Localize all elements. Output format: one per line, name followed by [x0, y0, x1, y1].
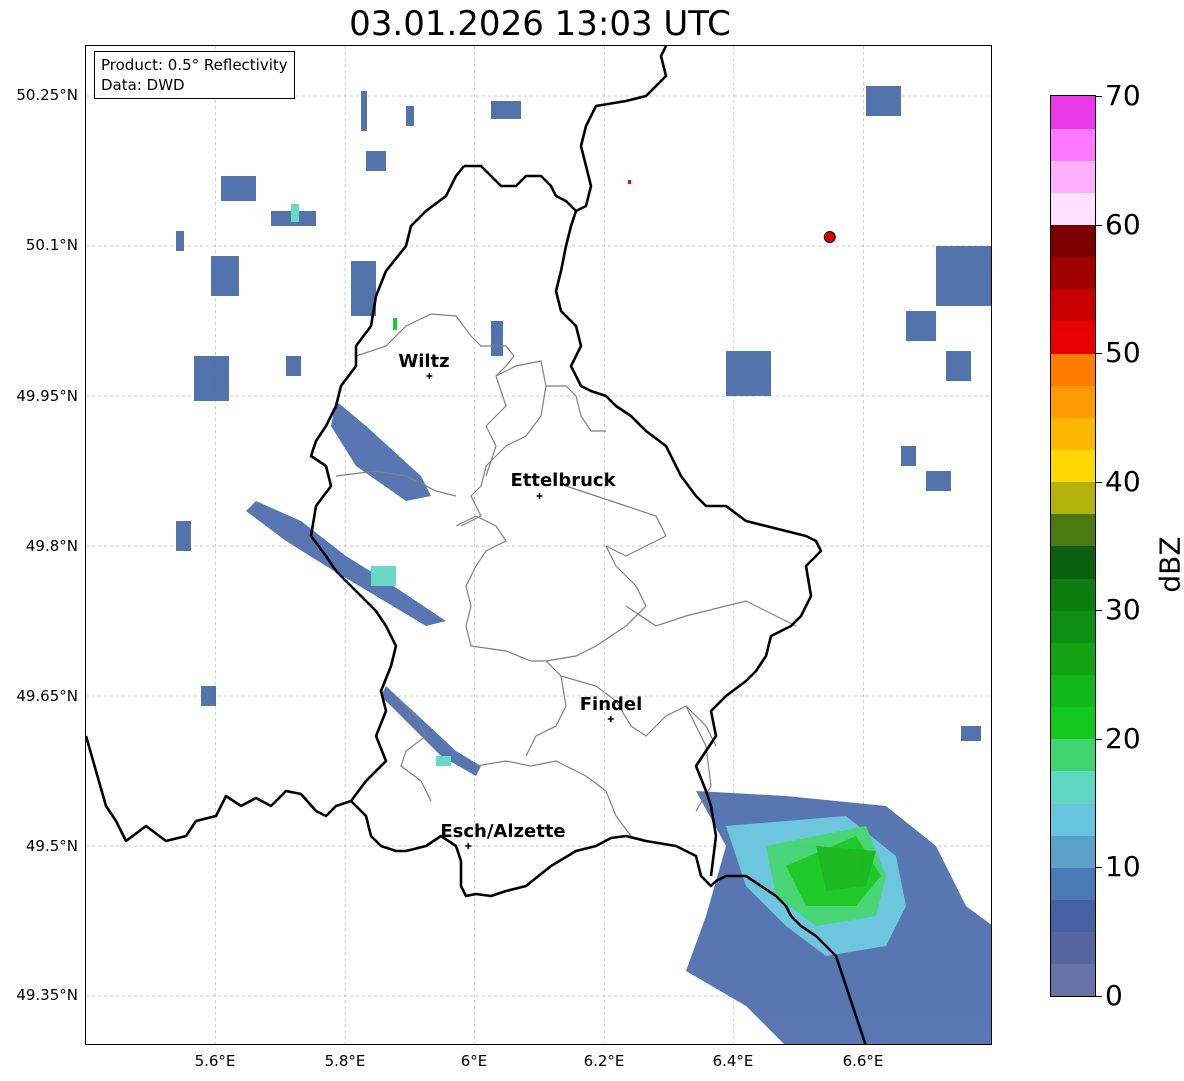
lat-label: 49.65°N: [16, 687, 78, 705]
info-legend: Product: 0.5° Reflectivity Data: DWD: [94, 51, 295, 99]
radar-echoes: [176, 86, 991, 1044]
city-markers: [426, 373, 614, 849]
colorbar-segment: [1051, 385, 1095, 418]
lon-label: 5.6°E: [194, 1052, 236, 1070]
colorbar-tick: [1096, 610, 1102, 612]
lat-label: 50.25°N: [16, 86, 78, 104]
colorbar-tick: [1096, 353, 1102, 355]
product-text: Product: 0.5° Reflectivity: [101, 56, 288, 74]
colorbar-tick: [1096, 481, 1102, 483]
colorbar-segment: [1051, 738, 1095, 772]
map-title: 03.01.2026 13:03 UTC: [349, 4, 731, 44]
colorbar-tick-label: 60: [1105, 207, 1141, 241]
city-marker: [465, 843, 472, 849]
city-label-findel: Findel: [579, 694, 643, 715]
colorbar-segment: [1051, 160, 1095, 193]
colorbar-unit-label: dBZ: [1153, 536, 1184, 593]
colorbar-tick: [1096, 867, 1102, 869]
colorbar-segment: [1051, 642, 1095, 676]
city-label-esch: Esch/Alzette: [440, 821, 566, 842]
lon-label: 6.2°E: [583, 1052, 625, 1070]
city-marker: [426, 373, 433, 379]
colorbar-segment: [1051, 899, 1095, 933]
colorbar-segment: [1051, 546, 1095, 579]
colorbar-tick: [1096, 96, 1102, 97]
colorbar-segment: [1051, 353, 1095, 386]
colorbar-tick-label: 10: [1105, 850, 1141, 884]
colorbar-tick-label: 20: [1105, 721, 1141, 755]
colorbar-segment: [1051, 931, 1095, 965]
colorbar-segment: [1051, 803, 1095, 836]
radar-map[interactable]: [85, 45, 992, 1045]
colorbar-tick-label: 0: [1105, 979, 1123, 1012]
colorbar-segment: [1051, 963, 1095, 997]
colorbar-segment: [1051, 867, 1095, 901]
lon-label: 5.8°E: [324, 1052, 366, 1070]
colorbar-segment: [1051, 674, 1095, 708]
colorbar-segment: [1051, 835, 1095, 868]
colorbar-segment: [1051, 578, 1095, 611]
colorbar-segment: [1051, 96, 1095, 129]
colorbar-segment: [1051, 771, 1095, 804]
colorbar-tick-label: 40: [1105, 464, 1141, 498]
colorbar-segment: [1051, 481, 1095, 515]
lat-label: 49.35°N: [16, 986, 78, 1004]
colorbar: [1050, 95, 1096, 997]
city-label-wiltz: Wiltz: [398, 351, 450, 372]
city-label-ettelbruck: Ettelbruck: [510, 470, 616, 491]
colorbar-tick: [1096, 224, 1102, 226]
city-marker: [536, 493, 543, 499]
colorbar-segment: [1051, 417, 1095, 451]
colorbar-tick-label: 50: [1105, 336, 1141, 370]
colorbar-tick-label: 30: [1105, 593, 1141, 627]
map-canvas: [86, 46, 991, 1044]
radar-site-marker: [823, 231, 836, 243]
colorbar-segment: [1051, 610, 1095, 643]
colorbar-segment: [1051, 192, 1095, 226]
lat-label: 50.1°N: [25, 236, 78, 254]
source-text: Data: DWD: [101, 76, 185, 94]
colorbar-tick: [1096, 738, 1102, 740]
colorbar-segment: [1051, 321, 1095, 354]
lon-label: 6.6°E: [842, 1052, 884, 1070]
colorbar-tick-label: 70: [1105, 79, 1141, 112]
lat-label: 49.5°N: [25, 837, 78, 855]
colorbar-segment: [1051, 224, 1095, 258]
colorbar-tick: [1096, 996, 1102, 997]
colorbar-segment: [1051, 706, 1095, 740]
lon-label: 6.4°E: [712, 1052, 754, 1070]
colorbar-segment: [1051, 449, 1095, 483]
lat-label: 49.8°N: [25, 537, 78, 555]
colorbar-segment: [1051, 513, 1095, 547]
city-marker: [607, 716, 614, 722]
colorbar-segment: [1051, 128, 1095, 161]
lon-label: 6°E: [460, 1052, 488, 1070]
lat-label: 49.95°N: [16, 387, 78, 405]
colorbar-segment: [1051, 288, 1095, 322]
colorbar-segment: [1051, 256, 1095, 290]
